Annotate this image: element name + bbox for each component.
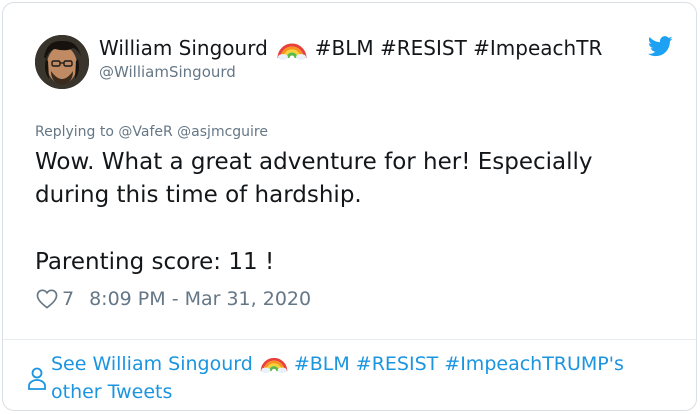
heart-icon[interactable] (36, 289, 58, 309)
reply-mentions[interactable]: @VafeR @asjmcguire (118, 124, 268, 140)
author-display-name[interactable]: William Singourd (99, 34, 268, 62)
replying-to-label: Replying to (35, 124, 114, 140)
see-other-tweets-link[interactable]: See William Singourd #BLM #RESIST #Impea… (51, 350, 671, 406)
replying-to-line: Replying to @VafeR @asjmcguire (35, 124, 268, 140)
avatar[interactable] (35, 35, 89, 89)
rainbow-emoji-icon (260, 357, 288, 373)
author-name-line[interactable]: William Singourd #BLM #RESIST #ImpeachTR (99, 34, 646, 62)
tweet-paragraph: Parenting score: 11 ! (35, 249, 275, 275)
twitter-bird-icon[interactable] (648, 36, 673, 57)
tweet-meta: 7 8:09 PM - Mar 31, 2020 (36, 288, 311, 310)
like-count[interactable]: 7 (62, 288, 74, 310)
divider (3, 339, 696, 340)
rainbow-emoji-icon (277, 43, 307, 60)
author-hashtags: #BLM #RESIST #ImpeachTR (314, 36, 603, 60)
tweet-timestamp[interactable]: 8:09 PM - Mar 31, 2020 (89, 288, 311, 310)
person-icon (28, 367, 46, 390)
author-block[interactable]: William Singourd #BLM #RESIST #ImpeachTR… (99, 34, 646, 81)
author-handle[interactable]: @WilliamSingourd (99, 63, 646, 81)
footer-link-prefix[interactable]: See William Singourd (51, 353, 253, 375)
tweet-card[interactable]: William Singourd #BLM #RESIST #ImpeachTR… (2, 2, 697, 411)
avatar-image (35, 35, 89, 89)
tweet-text: Wow. What a great adventure for her! Esp… (35, 146, 655, 279)
tweet-paragraph: Wow. What a great adventure for her! Esp… (35, 149, 593, 208)
